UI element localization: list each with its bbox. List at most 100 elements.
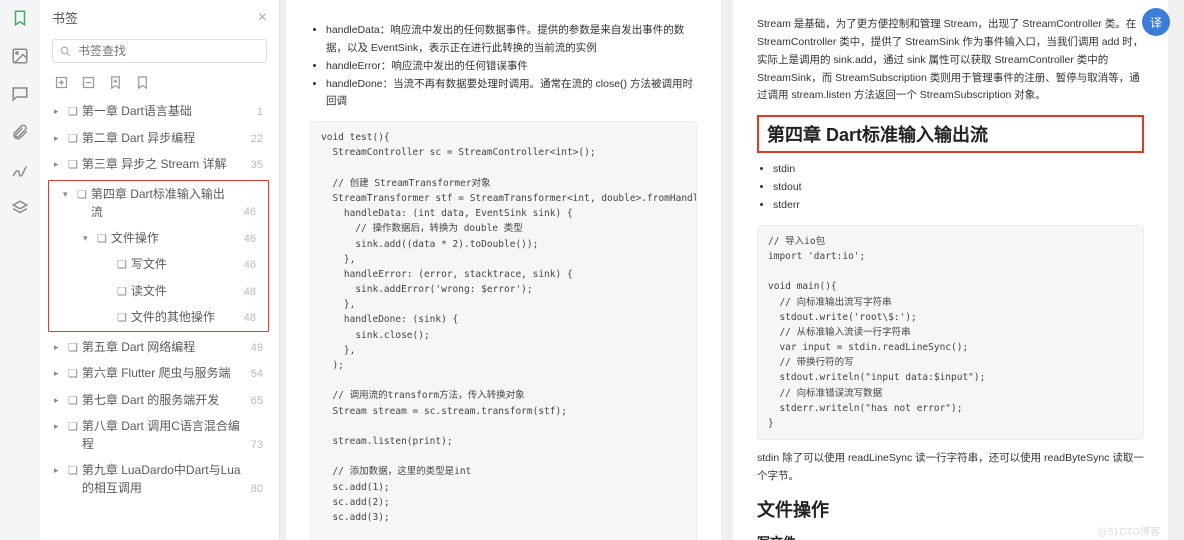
tree-item[interactable]: ❏ 文件的其他操作 48 [49, 304, 268, 331]
page-number: 46 [244, 231, 256, 248]
chevron-icon: ▾ [83, 232, 93, 246]
tree-item[interactable]: ▸ ❏ 第九章 LuaDardo中Dart与Lua的相互调用 80 [40, 457, 275, 501]
expand-all-icon[interactable] [54, 75, 69, 90]
page-number: 65 [251, 393, 263, 410]
code-block: // 导入io包 import 'dart:io'; void main(){ … [757, 225, 1144, 440]
bookmark-icon: ❏ [97, 231, 107, 248]
tree-label: 读文件 [131, 282, 167, 300]
watermark: @51CTO博客 [1098, 523, 1160, 538]
tree-item[interactable]: ▸ ❏ 第五章 Dart 网络编程 49 [40, 334, 275, 361]
chevron-icon: ▾ [63, 188, 73, 202]
bookmark-icon: ❏ [68, 393, 78, 410]
page-number: 22 [251, 131, 263, 148]
page-left: handleData：响应流中发出的任何数据事件。提供的参数是来自发出事件的数据… [286, 0, 721, 540]
page-number: 48 [244, 310, 256, 327]
panel-toolbar [40, 71, 279, 98]
bookmark-icon: ❏ [68, 340, 78, 357]
bookmark-icon: ❏ [117, 284, 127, 301]
chevron-icon: ▸ [54, 132, 64, 146]
comment-icon[interactable] [10, 84, 30, 104]
list-item: handleError：响应流中发出的任何错误事件 [326, 58, 697, 76]
bookmark-icon: ❏ [68, 104, 78, 121]
code-block: void test(){ StreamController sc = Strea… [310, 121, 697, 540]
tree-label: 第一章 Dart语言基础 [82, 102, 192, 120]
collapse-all-icon[interactable] [81, 75, 96, 90]
highlight-box: ▾ ❏ 第四章 Dart标准输入输出流 46 ▾ ❏ 文件操作 46 ❏ 写文件… [48, 180, 269, 332]
list-item: stdout [773, 179, 1144, 197]
tree-item[interactable]: ▾ ❏ 第四章 Dart标准输入输出流 46 [49, 181, 268, 225]
tree-label: 文件的其他操作 [131, 308, 215, 326]
tree-item[interactable]: ▸ ❏ 第六章 Flutter 爬虫与服务端 54 [40, 360, 275, 387]
tree-label: 第二章 Dart 异步编程 [82, 129, 195, 147]
document-view: handleData：响应流中发出的任何数据事件。提供的参数是来自发出事件的数据… [280, 0, 1184, 540]
tree-label: 写文件 [131, 255, 167, 273]
add-bookmark-icon[interactable] [108, 75, 123, 90]
tree-label: 第九章 LuaDardo中Dart与Lua的相互调用 [82, 461, 243, 497]
attachment-icon[interactable] [10, 122, 30, 142]
search-icon [59, 45, 72, 58]
search-input[interactable] [52, 39, 267, 63]
subsection-heading: 写文件 [757, 532, 1144, 540]
bookmark-icon: ❏ [68, 366, 78, 383]
page-number: 35 [251, 157, 263, 174]
tree-item[interactable]: ▸ ❏ 第三章 异步之 Stream 详解 35 [40, 151, 275, 178]
list-item: stdin [773, 161, 1144, 179]
page-number: 73 [251, 437, 263, 454]
bookmarks-panel: 书签 × ▸ ❏ 第一章 Dart语言基础 1 ▸ ❏ 第二章 Dart 异步编… [40, 0, 280, 540]
paragraph: Stream 是基础，为了更方便控制和管理 Stream，出现了 StreamC… [757, 16, 1144, 105]
page-right: Stream 是基础，为了更方便控制和管理 Stream，出现了 StreamC… [733, 0, 1168, 540]
search-field[interactable] [78, 44, 260, 58]
page-number: 80 [251, 481, 263, 498]
paragraph: stdin 除了可以使用 readLineSync 读一行字符串，还可以使用 r… [757, 450, 1144, 486]
chevron-icon: ▸ [54, 420, 64, 434]
tree-label: 第六章 Flutter 爬虫与服务端 [82, 364, 231, 382]
page-number: 48 [244, 284, 256, 301]
bookmark-icon: ❏ [117, 257, 127, 274]
tree-item[interactable]: ▾ ❏ 文件操作 46 [49, 225, 268, 252]
tree-label: 第三章 异步之 Stream 详解 [82, 155, 227, 173]
bookmark-icon: ❏ [77, 187, 87, 204]
tree-label: 文件操作 [111, 229, 159, 247]
tree-item[interactable]: ▸ ❏ 第一章 Dart语言基础 1 [40, 98, 275, 125]
page-number: 49 [251, 340, 263, 357]
list-item: stderr [773, 197, 1144, 215]
page-number: 46 [244, 257, 256, 274]
bookmark-icon: ❏ [68, 157, 78, 174]
tree-label: 第八章 Dart 调用C语言混合编程 [82, 417, 243, 453]
panel-title: 书签 [52, 8, 78, 27]
bookmark-icon: ❏ [117, 310, 127, 327]
bookmark-tree: ▸ ❏ 第一章 Dart语言基础 1 ▸ ❏ 第二章 Dart 异步编程 22 … [40, 98, 279, 540]
scrollbar[interactable] [1174, 0, 1184, 540]
activity-rail [0, 0, 40, 540]
bookmark-icon: ❏ [68, 131, 78, 148]
chevron-icon: ▸ [54, 394, 64, 408]
chevron-icon: ▸ [54, 464, 64, 478]
tree-label: 第七章 Dart 的服务端开发 [82, 391, 219, 409]
close-icon[interactable]: × [258, 9, 267, 27]
chevron-icon: ▸ [54, 158, 64, 172]
chapter-heading: 第四章 Dart标准输入输出流 [757, 115, 1144, 153]
image-icon[interactable] [10, 46, 30, 66]
layers-icon[interactable] [10, 198, 30, 218]
list-item: handleData：响应流中发出的任何数据事件。提供的参数是来自发出事件的数据… [326, 22, 697, 58]
tree-item[interactable]: ❏ 写文件 46 [49, 251, 268, 278]
tree-label: 第五章 Dart 网络编程 [82, 338, 195, 356]
chevron-icon: ▸ [54, 367, 64, 381]
signature-icon[interactable] [10, 160, 30, 180]
bookmark-item-icon[interactable] [135, 75, 150, 90]
page-number: 46 [244, 204, 256, 221]
io-list: stdinstdoutstderr [773, 161, 1144, 215]
tree-item[interactable]: ▸ ❏ 第七章 Dart 的服务端开发 65 [40, 387, 275, 414]
tree-label: 第四章 Dart标准输入输出流 [91, 185, 236, 221]
list-item: handleDone：当流不再有数据要处理时调用。通常在流的 close() 方… [326, 76, 697, 112]
chevron-icon: ▸ [54, 105, 64, 119]
translate-button[interactable]: 译 [1142, 8, 1170, 36]
tree-item[interactable]: ▸ ❏ 第二章 Dart 异步编程 22 [40, 125, 275, 152]
bullet-list: handleData：响应流中发出的任何数据事件。提供的参数是来自发出事件的数据… [326, 22, 697, 111]
tree-item[interactable]: ❏ 读文件 48 [49, 278, 268, 305]
page-number: 54 [251, 366, 263, 383]
bookmark-icon[interactable] [10, 8, 30, 28]
bookmark-icon: ❏ [68, 419, 78, 436]
tree-item[interactable]: ▸ ❏ 第八章 Dart 调用C语言混合编程 73 [40, 413, 275, 457]
section-heading: 文件操作 [757, 496, 1144, 522]
